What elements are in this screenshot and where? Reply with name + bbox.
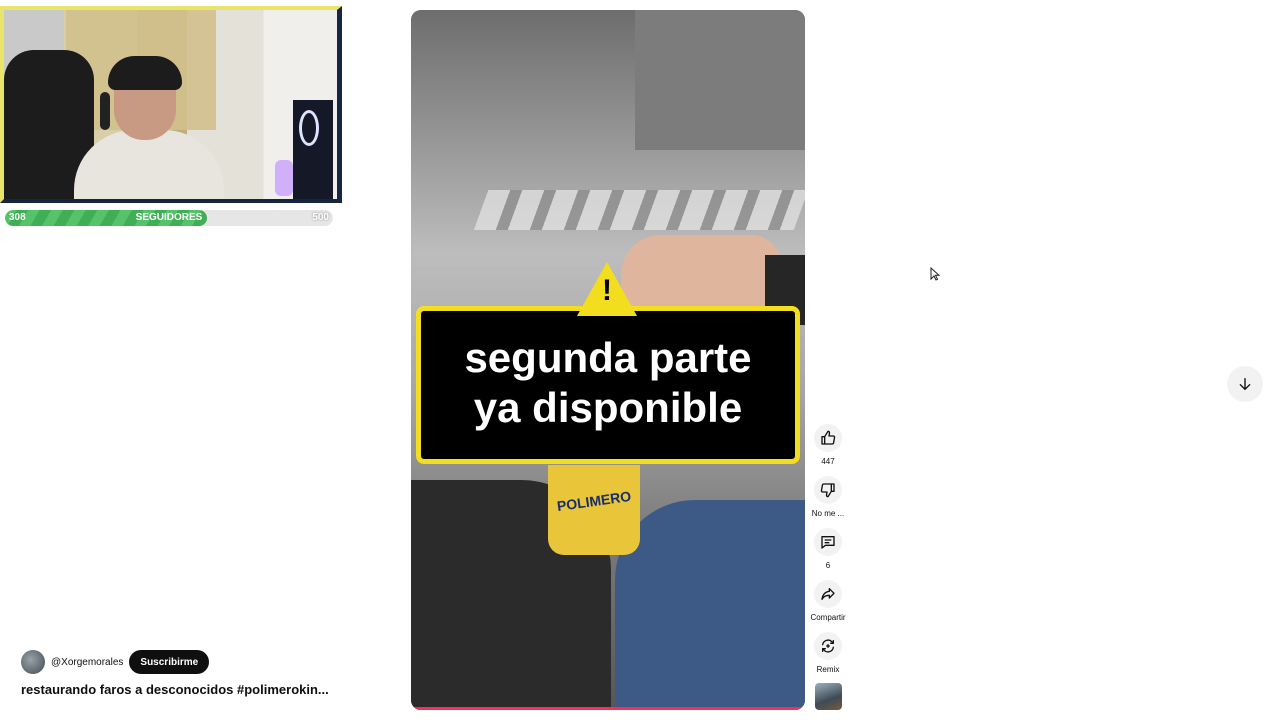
dislike-label: No me ... (811, 509, 845, 518)
avatar[interactable] (21, 650, 45, 674)
thumbs-up-icon (821, 430, 836, 445)
follower-goal-bar: 308 SEGUIDORES 500 (5, 210, 333, 226)
share-label: Compartir (810, 613, 846, 622)
remix-action[interactable]: Remix (808, 632, 848, 684)
next-video-button[interactable] (1227, 366, 1263, 402)
webcam-headphones (100, 92, 110, 130)
video-shadow-stripes (473, 190, 805, 230)
dislike-action[interactable]: No me ... (808, 476, 848, 528)
sound-thumbnail[interactable] (815, 683, 842, 710)
arrow-down-icon (1239, 378, 1251, 391)
comment-icon (821, 536, 835, 549)
webcam-overlay (0, 6, 342, 203)
like-count: 447 (821, 457, 835, 466)
video-wall (635, 10, 805, 150)
warning-exclamation: ! (602, 274, 612, 307)
video-jeans (615, 500, 805, 710)
thumbs-down-icon (820, 483, 835, 498)
video-progress-bar[interactable] (411, 707, 805, 710)
subscribe-button[interactable]: Suscribirme (129, 650, 210, 674)
comment-button[interactable] (814, 528, 842, 556)
cursor-icon (930, 267, 940, 281)
webcam-person-hair (108, 56, 182, 90)
follower-goal-target: 500 (312, 212, 329, 223)
short-video-player[interactable]: POLIMERO segunda parte ya disponible ! (411, 10, 805, 710)
comment-count: 6 (825, 561, 831, 570)
channel-handle[interactable]: @Xorgemorales (51, 657, 123, 668)
action-column: 447 No me ... 6 Compartir Remix (808, 424, 848, 684)
comment-action[interactable]: 6 (808, 528, 848, 580)
video-caption-banner: segunda parte ya disponible (416, 306, 800, 464)
remix-label: Remix (816, 665, 840, 674)
remix-button[interactable] (814, 632, 842, 660)
share-action[interactable]: Compartir (808, 580, 848, 632)
video-hand (621, 235, 781, 315)
remix-icon (822, 639, 834, 653)
dislike-button[interactable] (814, 476, 842, 504)
like-action[interactable]: 447 (808, 424, 848, 476)
banner-line-2: ya disponible (473, 384, 743, 431)
webcam-rgb-light (275, 160, 293, 196)
share-icon (821, 588, 835, 600)
like-button[interactable] (814, 424, 842, 452)
video-spray-can: POLIMERO (548, 465, 640, 555)
channel-row: @Xorgemorales Suscribirme (21, 650, 210, 674)
video-title[interactable]: restaurando faros a desconocidos #polime… (21, 682, 329, 697)
video-can-label: POLIMERO (555, 487, 633, 515)
banner-line-1: segunda parte (464, 334, 752, 381)
follower-goal-label: SEGUIDORES (135, 212, 203, 223)
share-button[interactable] (814, 580, 842, 608)
webcam-ring-light (299, 110, 319, 146)
